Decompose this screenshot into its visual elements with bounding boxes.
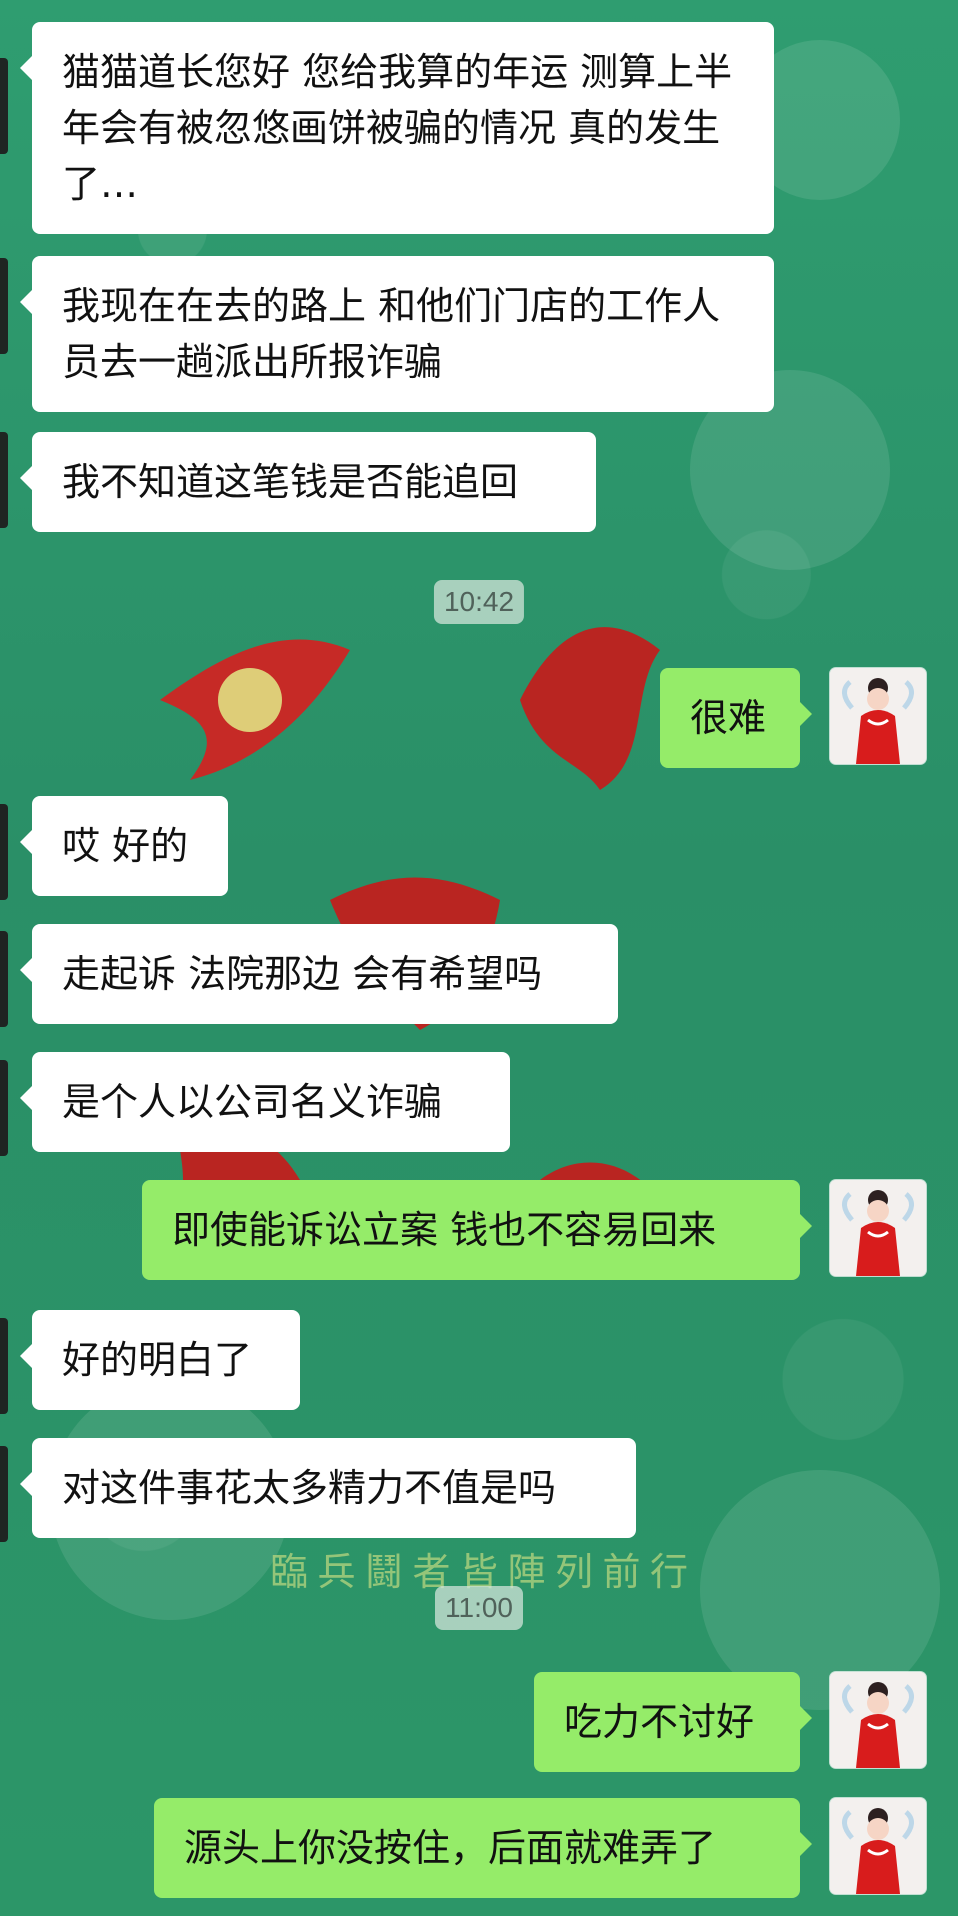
timestamp: 11:00 bbox=[435, 1586, 523, 1630]
avatar-image bbox=[830, 1798, 926, 1894]
left-avatar-edge bbox=[0, 1060, 8, 1156]
message-bubble-right: 源头上你没按住，后面就难弄了 bbox=[154, 1798, 812, 1898]
left-avatar-edge bbox=[0, 432, 8, 528]
avatar-image bbox=[830, 1180, 926, 1276]
avatar-image bbox=[830, 668, 926, 764]
message-bubble-right: 吃力不讨好 bbox=[534, 1672, 812, 1772]
avatar bbox=[830, 1180, 926, 1276]
avatar-image bbox=[830, 1672, 926, 1768]
left-avatar-edge bbox=[0, 258, 8, 354]
message-bubble-right: 很难 bbox=[660, 668, 812, 768]
message-bubble-left: 好的明白了 bbox=[20, 1310, 300, 1410]
message-bubble-left: 猫猫道长您好 您给我算的年运 测算上半年会有被忽悠画饼被骗的情况 真的发生了… bbox=[20, 22, 774, 234]
timestamp: 10:42 bbox=[433, 580, 525, 624]
message-bubble-left: 哎 好的 bbox=[20, 796, 228, 896]
left-avatar-edge bbox=[0, 1318, 8, 1414]
message-bubble-left: 走起诉 法院那边 会有希望吗 bbox=[20, 924, 618, 1024]
avatar bbox=[830, 668, 926, 764]
chat-thread: 猫猫道长您好 您给我算的年运 测算上半年会有被忽悠画饼被骗的情况 真的发生了… … bbox=[0, 0, 958, 1916]
left-avatar-edge bbox=[0, 58, 8, 154]
left-avatar-edge bbox=[0, 1446, 8, 1542]
message-bubble-left: 是个人以公司名义诈骗 bbox=[20, 1052, 510, 1152]
message-bubble-left: 对这件事花太多精力不值是吗 bbox=[20, 1438, 636, 1538]
left-avatar-edge bbox=[0, 804, 8, 900]
message-bubble-left: 我不知道这笔钱是否能追回 bbox=[20, 432, 596, 532]
message-bubble-right: 即使能诉讼立案 钱也不容易回来 bbox=[142, 1180, 812, 1280]
message-bubble-left: 我现在在去的路上 和他们门店的工作人员去一趟派出所报诈骗 bbox=[20, 256, 774, 412]
avatar bbox=[830, 1798, 926, 1894]
avatar bbox=[830, 1672, 926, 1768]
left-avatar-edge bbox=[0, 931, 8, 1027]
